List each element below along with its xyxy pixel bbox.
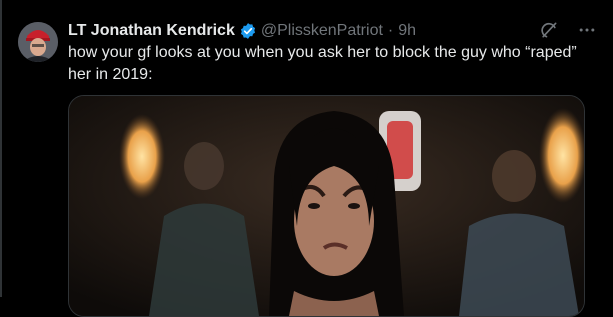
author-name[interactable]: LT Jonathan Kendrick (68, 22, 235, 40)
author-handle[interactable]: @PlisskenPatriot (261, 22, 383, 40)
timestamp[interactable]: 9h (398, 22, 416, 40)
grok-icon[interactable] (537, 18, 561, 42)
separator-dot: · (387, 22, 394, 39)
timeline-divider (0, 0, 2, 297)
tweet-text: how your gf looks at you when you ask he… (68, 44, 577, 83)
tweet[interactable]: LT Jonathan Kendrick @PlisskenPatriot · … (0, 0, 613, 317)
tweet-header: LT Jonathan Kendrick @PlisskenPatriot · … (68, 20, 416, 42)
tweet-media[interactable] (68, 95, 585, 317)
avatar[interactable] (18, 22, 58, 62)
media-still-image (69, 96, 584, 316)
verified-badge-icon (239, 22, 257, 40)
tweet-actions-top (537, 18, 599, 42)
more-icon[interactable] (575, 18, 599, 42)
